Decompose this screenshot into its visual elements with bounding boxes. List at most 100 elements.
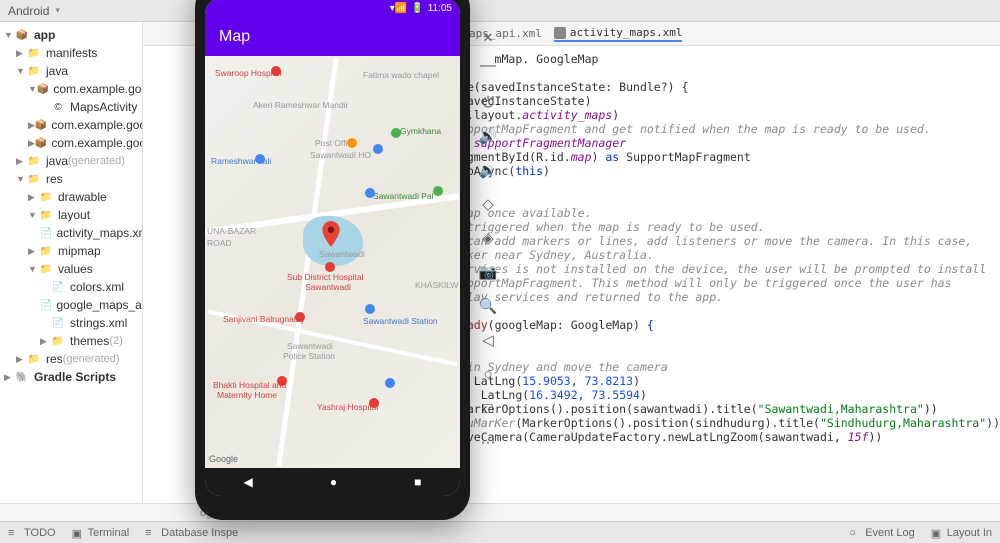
tool-icon: ○ — [849, 527, 861, 539]
gradle-icon: 🐘 — [14, 370, 30, 384]
tree-item-strings-xml[interactable]: 📄strings.xml — [0, 314, 142, 332]
tree-item-drawable[interactable]: ▶📁drawable — [0, 188, 142, 206]
map-poi-icon[interactable] — [325, 262, 335, 272]
tree-label: java — [46, 64, 68, 78]
tree-item-google-maps-api-xml[interactable]: 📄google_maps_api.xml (de — [0, 296, 142, 314]
tree-label: themes — [70, 334, 109, 348]
tree-item-com-example-googlemapsact[interactable]: ▼📦com.example.googlemapsact — [0, 80, 142, 98]
map-poi-icon[interactable] — [277, 376, 287, 386]
tree-arrow-icon[interactable]: ▶ — [16, 354, 26, 365]
nav-back-icon[interactable]: ◀ — [244, 475, 253, 489]
folder-gen-icon: 📁 — [26, 352, 42, 366]
tree-arrow-icon[interactable]: ▼ — [28, 84, 37, 94]
emulator-power-icon[interactable]: ⏻ — [478, 92, 498, 112]
tree-item-manifests[interactable]: ▶📁manifests — [0, 44, 142, 62]
package-icon: 📦 — [35, 118, 47, 132]
chevron-down-icon: ▾ — [55, 5, 60, 16]
tree-item-res[interactable]: ▶📁res (generated) — [0, 350, 142, 368]
tree-suffix: (2) — [109, 335, 122, 347]
map-poi-icon[interactable] — [391, 128, 401, 138]
map-poi-icon[interactable] — [433, 186, 443, 196]
tree-item-res[interactable]: ▼📁res — [0, 170, 142, 188]
tool-window-tab[interactable]: ≡Database Inspe — [145, 527, 238, 539]
tree-item-values[interactable]: ▼📁values — [0, 260, 142, 278]
tree-arrow-icon[interactable]: ▶ — [28, 246, 38, 257]
tree-item-app[interactable]: ▼📦app — [0, 26, 142, 44]
tree-arrow-icon[interactable]: ▼ — [4, 30, 14, 40]
nav-home-icon[interactable]: ● — [330, 475, 337, 489]
tree-item-themes[interactable]: ▶📁themes (2) — [0, 332, 142, 350]
tree-arrow-icon[interactable]: ▶ — [28, 138, 35, 149]
emulator-back-icon[interactable]: ◁ — [478, 330, 498, 350]
emulator-close-icon[interactable]: ✕ — [478, 28, 498, 48]
tree-item-java[interactable]: ▶📁java (generated) — [0, 152, 142, 170]
phone-emulator: ▾📶 🔋 11:05 Map Google Swaroop HospitalFa… — [195, 0, 470, 520]
map-poi-icon[interactable] — [385, 378, 395, 388]
emulator-screenshot-icon[interactable]: 📷 — [478, 262, 498, 282]
tree-arrow-icon[interactable]: ▶ — [16, 156, 26, 167]
tree-arrow-icon[interactable]: ▼ — [16, 174, 26, 184]
tree-label: res — [46, 172, 63, 186]
map-poi-icon[interactable] — [369, 398, 379, 408]
emulator-overview-icon[interactable]: □ — [478, 398, 498, 418]
tree-label: values — [58, 262, 93, 276]
nav-overview-icon[interactable]: ■ — [414, 475, 421, 489]
google-logo: Google — [209, 454, 238, 464]
tree-arrow-icon[interactable]: ▼ — [28, 264, 38, 274]
tool-icon: ▣ — [72, 527, 84, 539]
phone-screen[interactable]: ▾📶 🔋 11:05 Map Google Swaroop HospitalFa… — [205, 0, 460, 496]
map-view[interactable]: Google Swaroop HospitalFatima wado chape… — [205, 56, 460, 468]
tree-label: activity_maps.xml — [56, 226, 143, 240]
tree-label: manifests — [46, 46, 97, 60]
tree-item-gradle-scripts[interactable]: ▶🐘Gradle Scripts — [0, 368, 142, 386]
tree-item-layout[interactable]: ▼📁layout — [0, 206, 142, 224]
tree-item-activity-maps-xml[interactable]: 📄activity_maps.xml — [0, 224, 142, 242]
folder-gen-icon: 📁 — [26, 154, 42, 168]
xml-icon: 📄 — [50, 280, 66, 294]
editor-tab[interactable]: activity_maps.xml — [554, 26, 683, 42]
tool-window-tab[interactable]: ▣Layout In — [931, 527, 992, 539]
emulator-minimize-icon[interactable]: — — [478, 56, 498, 76]
map-label: UNA-BAZAR — [207, 226, 256, 236]
map-marker-icon[interactable] — [322, 221, 340, 247]
map-label: Akeri Rameshwar Mandir — [253, 100, 348, 110]
emulator-volume-down-icon[interactable]: 🔉 — [478, 160, 498, 180]
emulator-rotate-right-icon[interactable]: ◈ — [478, 228, 498, 248]
tree-item-colors-xml[interactable]: 📄colors.xml — [0, 278, 142, 296]
tree-arrow-icon[interactable]: ▶ — [28, 120, 35, 131]
emulator-rotate-left-icon[interactable]: ◇ — [478, 194, 498, 214]
map-poi-icon[interactable] — [365, 188, 375, 198]
map-poi-icon[interactable] — [373, 144, 383, 154]
tree-arrow-icon[interactable]: ▶ — [28, 192, 38, 203]
bottom-left-tools: ≡TODO ▣Terminal ≡Database Inspe — [8, 527, 238, 539]
tool-icon: ≡ — [145, 527, 157, 539]
emulator-more-icon[interactable]: ⋯ — [478, 432, 498, 452]
emulator-toolbar: ✕ — ⏻ 🔊 🔉 ◇ ◈ 📷 🔍 ◁ ○ □ ⋯ — [474, 28, 502, 452]
tool-window-tab[interactable]: ≡TODO — [8, 527, 56, 539]
tool-window-tab[interactable]: ▣Terminal — [72, 527, 130, 539]
map-label: Sanjivani Balrugnalay — [223, 314, 305, 324]
tree-arrow-icon[interactable]: ▼ — [16, 66, 26, 76]
map-poi-icon[interactable] — [295, 312, 305, 322]
folder-icon: 📁 — [38, 208, 54, 222]
tree-item-com-example-googlemapsact[interactable]: ▶📦com.example.googlemapsact — [0, 116, 142, 134]
map-poi-icon[interactable] — [271, 66, 281, 76]
emulator-zoom-icon[interactable]: 🔍 — [478, 296, 498, 316]
map-poi-icon[interactable] — [365, 304, 375, 314]
emulator-volume-up-icon[interactable]: 🔊 — [478, 126, 498, 146]
tree-arrow-icon[interactable]: ▶ — [16, 48, 26, 59]
tree-item-com-example-googlemapsact[interactable]: ▶📦com.example.googlemapsact — [0, 134, 142, 152]
tree-item-java[interactable]: ▼📁java — [0, 62, 142, 80]
tree-arrow-icon[interactable]: ▶ — [4, 372, 14, 383]
view-dropdown[interactable]: Android — [8, 4, 49, 18]
tree-arrow-icon[interactable]: ▼ — [28, 210, 38, 220]
tree-arrow-icon[interactable]: ▶ — [40, 336, 50, 347]
tree-item-mipmap[interactable]: ▶📁mipmap — [0, 242, 142, 260]
tree-item-mapsactivity[interactable]: ©MapsActivity — [0, 98, 142, 116]
project-view-toolbar: Android ▾ — [0, 0, 1000, 22]
map-poi-icon[interactable] — [255, 154, 265, 164]
map-poi-icon[interactable] — [347, 138, 357, 148]
emulator-home-icon[interactable]: ○ — [478, 364, 498, 384]
tree-suffix: (generated) — [63, 353, 120, 365]
tool-window-tab[interactable]: ○Event Log — [849, 527, 915, 539]
